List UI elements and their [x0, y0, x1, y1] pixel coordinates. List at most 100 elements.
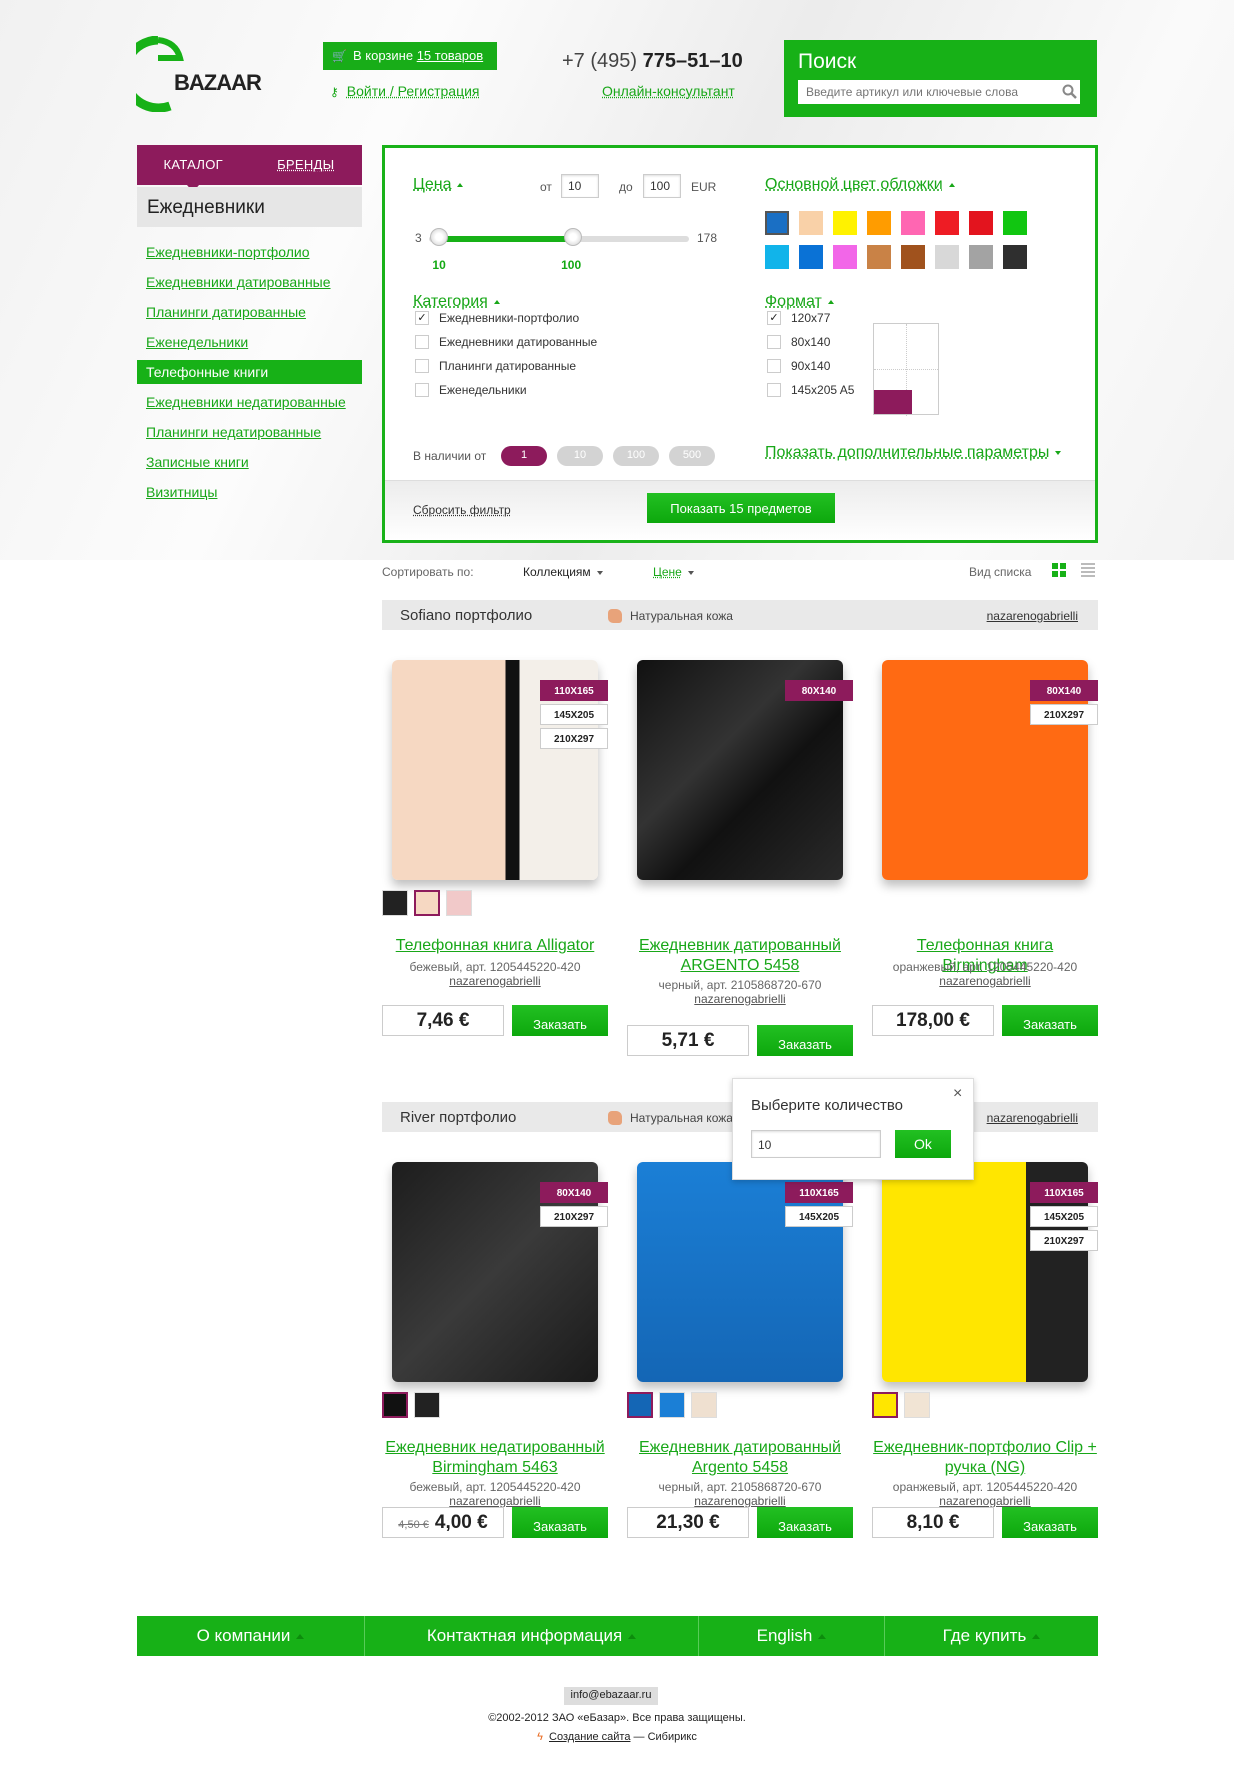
size-badge[interactable]: 210X297: [540, 728, 608, 749]
color-swatch[interactable]: [765, 245, 789, 269]
search-input[interactable]: [798, 80, 1080, 104]
sidebar-item[interactable]: Ежедневники-портфолио: [137, 237, 362, 267]
order-button[interactable]: Заказать: [1002, 1507, 1098, 1538]
footer-email[interactable]: info@ebazaar.ru: [564, 1687, 658, 1705]
footer-nav-label[interactable]: English: [757, 1626, 813, 1645]
color-thumb[interactable]: [691, 1392, 717, 1418]
format-filter-toggle[interactable]: Формат: [765, 293, 834, 311]
color-swatch[interactable]: [833, 245, 857, 269]
size-badge[interactable]: 80X140: [1030, 680, 1098, 701]
checkbox[interactable]: [767, 335, 781, 349]
price-to-input[interactable]: 100: [643, 174, 681, 198]
order-button[interactable]: Заказать: [1002, 1005, 1098, 1036]
size-badge[interactable]: 145X205: [1030, 1206, 1098, 1227]
size-badge[interactable]: 110X165: [1030, 1182, 1098, 1203]
group-name[interactable]: River портфолио: [400, 1109, 516, 1126]
product-brand-link[interactable]: nazarenogabrielli: [627, 992, 853, 1006]
color-thumb[interactable]: [382, 1392, 408, 1418]
size-badge[interactable]: 145X205: [540, 704, 608, 725]
reset-filter-link[interactable]: Сбросить фильтр: [413, 503, 511, 517]
size-badge[interactable]: 210X297: [1030, 1230, 1098, 1251]
credit-link[interactable]: Создание сайта: [549, 1731, 630, 1743]
color-swatch[interactable]: [867, 245, 891, 269]
quantity-input[interactable]: 10: [751, 1130, 881, 1158]
product-brand-link[interactable]: nazarenogabrielli: [872, 1494, 1098, 1508]
size-badge[interactable]: 80X140: [540, 1182, 608, 1203]
color-filter-label[interactable]: Основной цвет обложки: [765, 176, 943, 193]
product-title-link[interactable]: Ежедневник датированный ARGENTO 5458: [627, 936, 853, 976]
color-swatch[interactable]: [799, 211, 823, 235]
color-thumb[interactable]: [627, 1392, 653, 1418]
category-filter-label[interactable]: Категория: [413, 293, 488, 310]
color-thumb[interactable]: [382, 890, 408, 916]
cart-count-link[interactable]: 15 товаров: [417, 48, 483, 63]
login-label[interactable]: Войти / Регистрация: [347, 83, 480, 99]
slider-handle-high[interactable]: [564, 228, 583, 246]
size-badge[interactable]: 145X205: [785, 1206, 853, 1227]
show-results-button[interactable]: Показать 15 предметов: [647, 493, 835, 523]
checkbox[interactable]: ✓: [415, 311, 429, 325]
color-thumb[interactable]: [872, 1392, 898, 1418]
tab-brands-label[interactable]: БРЕНДЫ: [277, 157, 334, 172]
product-title-link[interactable]: Телефонная книга Alligator: [382, 936, 608, 956]
sidebar-item[interactable]: Еженедельники: [137, 327, 362, 357]
stock-option[interactable]: 500: [669, 446, 715, 466]
color-swatch[interactable]: [1003, 211, 1027, 235]
footer-nav-label[interactable]: О компании: [197, 1626, 291, 1645]
group-brand-link[interactable]: nazarenogabrielli: [987, 1111, 1078, 1125]
popup-ok-button[interactable]: Ok: [895, 1130, 951, 1158]
size-badge[interactable]: 80X140: [785, 680, 853, 701]
footer-nav-label[interactable]: Где купить: [943, 1626, 1027, 1645]
price-filter-toggle[interactable]: Цена: [413, 176, 464, 194]
sort-collections[interactable]: Коллекциям: [523, 565, 603, 579]
group-name[interactable]: Sofiano портфолио: [400, 607, 532, 624]
order-button[interactable]: Заказать: [757, 1025, 853, 1056]
sidebar-item[interactable]: Ежедневники датированные: [137, 267, 362, 297]
sort-price[interactable]: Цене: [653, 565, 694, 579]
footer-nav-item[interactable]: О компании: [137, 1616, 365, 1656]
tab-catalog[interactable]: КАТАЛОГ: [137, 145, 250, 192]
search-icon[interactable]: [1062, 84, 1078, 100]
sidebar-item[interactable]: Визитницы: [137, 477, 362, 507]
footer-nav-item[interactable]: Контактная информация: [365, 1616, 699, 1656]
color-swatch[interactable]: [867, 211, 891, 235]
sort-price-label[interactable]: Цене: [653, 565, 682, 579]
logo[interactable]: BAZAAR: [120, 35, 266, 113]
stock-option[interactable]: 100: [613, 446, 659, 466]
tab-brands[interactable]: БРЕНДЫ: [250, 145, 363, 185]
group-brand-link[interactable]: nazarenogabrielli: [987, 609, 1078, 623]
checkbox[interactable]: [415, 335, 429, 349]
color-swatch[interactable]: [901, 211, 925, 235]
footer-nav-item[interactable]: English: [699, 1616, 885, 1656]
checkbox[interactable]: [767, 359, 781, 373]
size-badge[interactable]: 110X165: [785, 1182, 853, 1203]
color-swatch[interactable]: [935, 245, 959, 269]
cart-summary[interactable]: 🛒 В корзине 15 товаров: [323, 42, 497, 70]
grid-view-icon[interactable]: [1052, 563, 1066, 577]
color-thumb[interactable]: [414, 1392, 440, 1418]
order-button[interactable]: Заказать: [512, 1507, 608, 1538]
order-button[interactable]: Заказать: [757, 1507, 853, 1538]
product-title-link[interactable]: Ежедневник недатированный Birmingham 546…: [382, 1438, 608, 1478]
color-thumb[interactable]: [904, 1392, 930, 1418]
product-title-link[interactable]: Ежедневник датированный Argento 5458: [627, 1438, 853, 1478]
product-brand-link[interactable]: nazarenogabrielli: [627, 1494, 853, 1508]
checkbox[interactable]: [415, 383, 429, 397]
close-icon[interactable]: ×: [953, 1085, 962, 1103]
size-badge[interactable]: 210X297: [540, 1206, 608, 1227]
size-badge[interactable]: 110X165: [540, 680, 608, 701]
product-brand-link[interactable]: nazarenogabrielli: [872, 974, 1098, 988]
color-swatch[interactable]: [969, 245, 993, 269]
color-swatch[interactable]: [833, 211, 857, 235]
color-swatch[interactable]: [1003, 245, 1027, 269]
login-link[interactable]: ⚷ Войти / Регистрация: [330, 83, 479, 99]
more-params-label[interactable]: Показать дополнительные параметры: [765, 444, 1049, 461]
slider-handle-low[interactable]: [430, 228, 449, 246]
format-filter-label[interactable]: Формат: [765, 293, 822, 310]
sidebar-item[interactable]: Планинги недатированные: [137, 417, 362, 447]
online-consultant-link[interactable]: Онлайн-консультант: [602, 83, 735, 99]
sort-collections-label[interactable]: Коллекциям: [523, 565, 591, 579]
product-brand-link[interactable]: nazarenogabrielli: [382, 974, 608, 988]
price-from-input[interactable]: 10: [561, 174, 599, 198]
sidebar-item[interactable]: Планинги датированные: [137, 297, 362, 327]
